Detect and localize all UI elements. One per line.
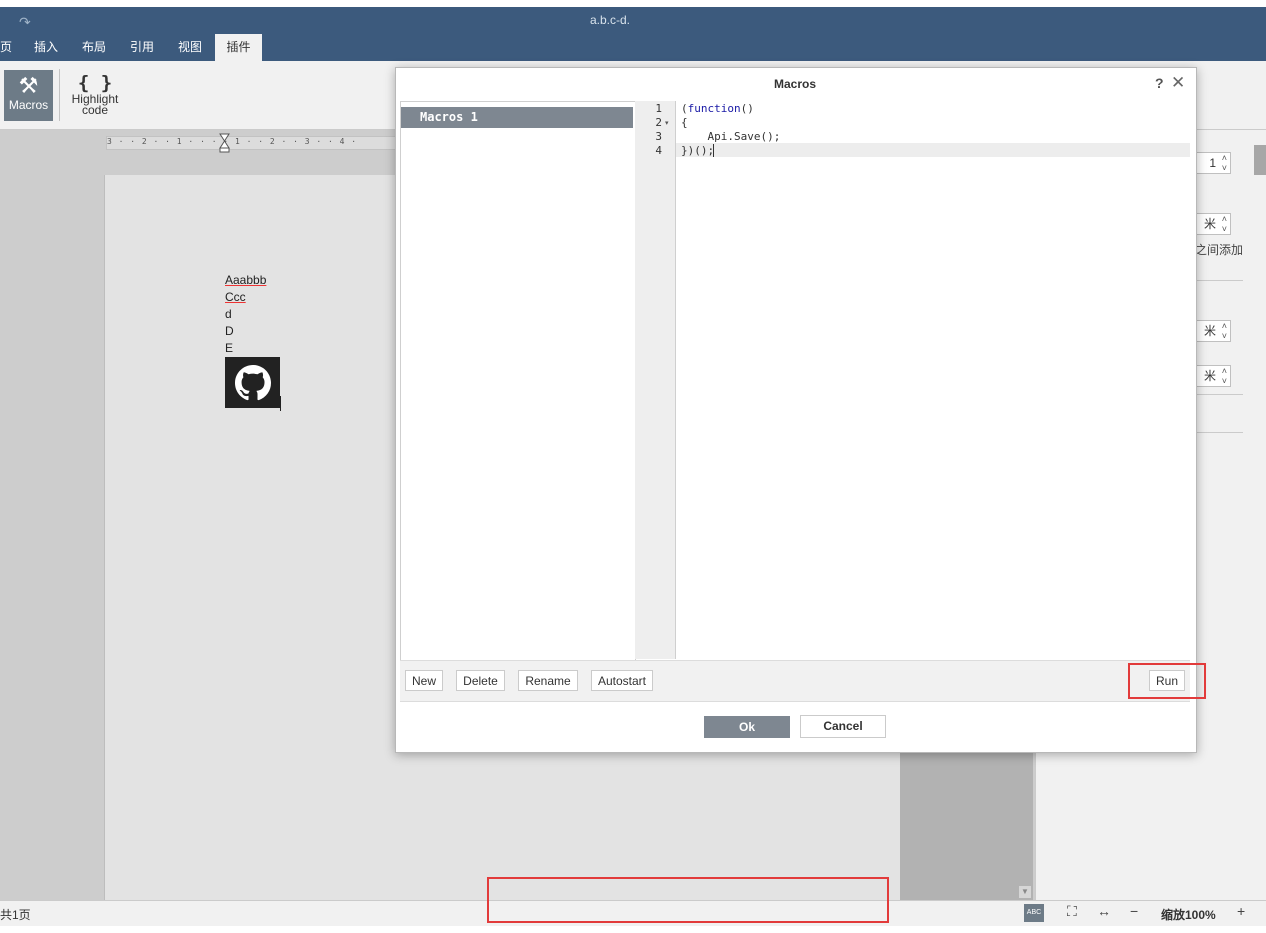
macros-button[interactable]: ⚒ Macros xyxy=(4,70,53,121)
active-line-highlight xyxy=(676,143,1190,157)
fit-page-icon[interactable]: ⛶ xyxy=(1067,903,1077,920)
code-token: () xyxy=(740,102,754,115)
spin-field-1[interactable]: 1 ˄ ˅ xyxy=(1195,152,1231,174)
panel-scrollbar[interactable] xyxy=(1254,145,1266,175)
macros-button-label: Macros xyxy=(8,98,49,112)
panel-label: 之间添加 xyxy=(1195,243,1244,257)
doc-line-4[interactable]: D xyxy=(225,324,234,338)
doc-line-2[interactable]: Ccc xyxy=(225,290,246,304)
dialog-title: Macros xyxy=(773,77,817,91)
highlight-label-line2: code xyxy=(81,103,109,117)
scroll-down-icon[interactable]: ▼ xyxy=(1019,886,1031,898)
rename-button[interactable]: Rename xyxy=(518,670,578,691)
panel-divider xyxy=(1195,280,1243,281)
highlight-code-button[interactable]: { } Highlight code xyxy=(64,72,126,122)
macro-list[interactable] xyxy=(400,101,636,661)
tools-icon: ⚒ xyxy=(18,73,39,98)
spin-field-3[interactable]: 米 ˄ ˅ xyxy=(1195,320,1231,342)
tab-plugins[interactable]: 插件 xyxy=(215,34,262,61)
spin-arrows-icon[interactable]: ˄ ˅ xyxy=(1222,321,1227,341)
code-line-3: Api.Save(); xyxy=(681,130,781,143)
panel-divider xyxy=(1195,432,1243,433)
line-number: 1 xyxy=(655,102,662,115)
code-keyword: function xyxy=(687,102,741,115)
zoom-level[interactable]: 缩放100% xyxy=(1161,906,1216,923)
page-scroll-area[interactable] xyxy=(900,748,1033,900)
dialog-footer xyxy=(400,701,1190,748)
line-number: 2 xyxy=(655,116,662,129)
spell-check-icon[interactable]: ABC xyxy=(1024,904,1044,922)
tab-view[interactable]: 视图 xyxy=(178,34,202,61)
code-editor[interactable] xyxy=(676,101,1190,659)
doc-line-5[interactable]: E xyxy=(225,341,233,355)
help-icon[interactable]: ? xyxy=(1155,75,1164,91)
code-line-1: (function() xyxy=(681,102,754,115)
delete-button[interactable]: Delete xyxy=(456,670,505,691)
zoom-out-icon[interactable]: − xyxy=(1130,903,1138,919)
code-line-2: { xyxy=(681,116,688,129)
spin-field-4[interactable]: 米 ˄ ˅ xyxy=(1195,365,1231,387)
github-image[interactable] xyxy=(225,357,280,408)
fit-width-icon[interactable]: ↔ xyxy=(1097,903,1111,919)
code-token: ( xyxy=(681,102,688,115)
tab-references[interactable]: 引用 xyxy=(130,34,154,61)
macro-list-item-label: Macros 1 xyxy=(420,110,478,124)
close-icon[interactable]: ✕ xyxy=(1171,73,1185,93)
indent-marker-icon[interactable] xyxy=(219,133,230,153)
text-cursor xyxy=(280,396,281,411)
panel-divider xyxy=(1195,394,1243,395)
ruler-ticks: 3 · · 2 · · 1 · · · · 1 · · 2 · · 3 · · … xyxy=(107,137,358,146)
tab-home[interactable]: 页 xyxy=(0,34,12,61)
github-icon xyxy=(235,365,271,401)
fold-arrow-icon[interactable]: ▾ xyxy=(665,119,669,127)
doc-line-3[interactable]: d xyxy=(225,307,232,321)
braces-icon: { } xyxy=(77,72,113,94)
doc-line-1[interactable]: Aaabbb xyxy=(225,273,266,287)
line-number-gutter xyxy=(635,101,676,659)
line-number: 3 xyxy=(655,130,662,143)
tab-layout[interactable]: 布局 xyxy=(82,34,106,61)
spin-arrows-icon[interactable]: ˄ ˅ xyxy=(1222,214,1227,234)
autostart-button[interactable]: Autostart xyxy=(591,670,653,691)
tab-insert[interactable]: 插入 xyxy=(34,34,58,61)
annotation-box-run xyxy=(1128,663,1206,699)
page-count: 共1页 xyxy=(0,908,31,922)
toolbar-divider xyxy=(59,69,60,121)
spin-field-2-value: 米 xyxy=(1203,217,1216,231)
spin-field-4-value: 米 xyxy=(1203,369,1216,383)
cancel-button[interactable]: Cancel xyxy=(800,715,886,738)
spin-arrows-icon[interactable]: ˄ ˅ xyxy=(1222,153,1227,173)
spin-field-1-value: 1 xyxy=(1209,156,1216,170)
new-button[interactable]: New xyxy=(405,670,443,691)
spin-arrows-icon[interactable]: ˄ ˅ xyxy=(1222,366,1227,386)
code-line-4: })(); xyxy=(681,144,715,157)
spin-field-2[interactable]: 米 ˄ ˅ xyxy=(1195,213,1231,235)
annotation-box-status xyxy=(487,877,889,923)
editor-caret xyxy=(713,144,714,157)
ok-button[interactable]: Ok xyxy=(704,716,790,738)
menu-tab-bar: 页 插入 布局 引用 视图 插件 xyxy=(0,34,1266,61)
macro-list-item[interactable]: Macros 1 xyxy=(401,107,633,128)
line-number: 4 xyxy=(655,144,662,157)
zoom-in-icon[interactable]: + xyxy=(1237,903,1245,919)
document-title: a.b.c-d. xyxy=(589,13,631,27)
spin-field-3-value: 米 xyxy=(1203,324,1216,338)
